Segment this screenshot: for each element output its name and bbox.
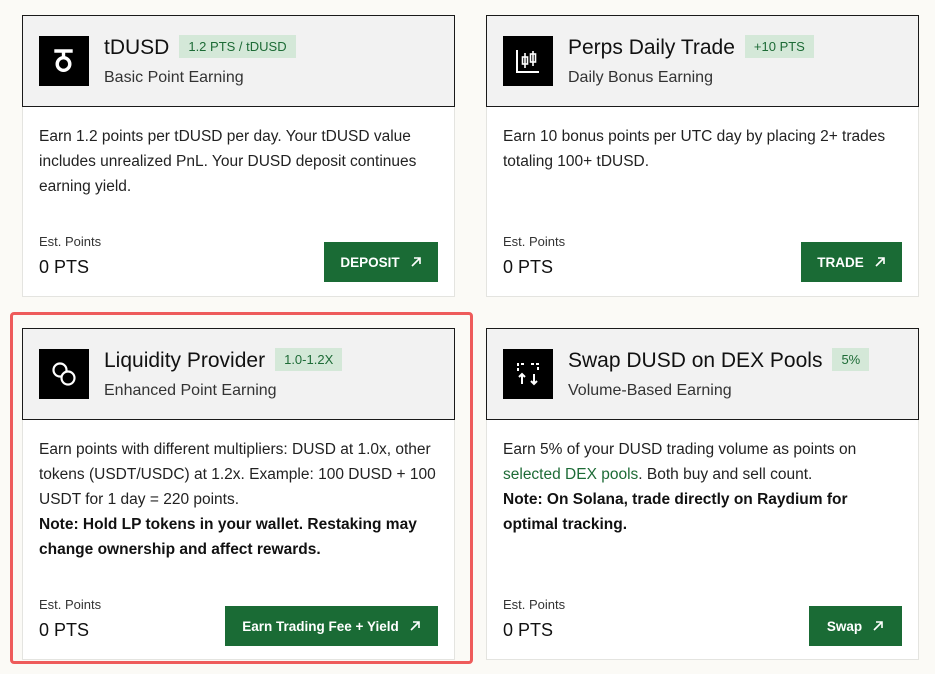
card-title-text: Swap DUSD on DEX Pools [568,349,823,372]
description-text: Earn 10 bonus points per UTC day by plac… [503,128,886,170]
est-points-value: 0 PTS [503,620,554,640]
candlestick-chart-icon [503,36,553,86]
card-description: Earn 1.2 points per tDUSD per day. Your … [39,124,438,199]
lp-note: Note: Hold LP tokens in your wallet. Res… [39,516,417,558]
card-swap-dusd: Swap DUSD on DEX Pools 5% Volume-Based Ea… [486,328,919,660]
card-header: Perps Daily Trade +10 PTS Daily Bonus Ear… [486,15,919,107]
points-badge: 1.2 PTS / tDUSD [179,34,296,58]
est-points-label: Est. Points [39,597,102,612]
tdusd-logo-icon [39,36,89,86]
card-tdusd: tDUSD 1.2 PTS / tDUSD Basic Point Earning… [22,15,455,297]
description-text: Earn 1.2 points per tDUSD per day. Your … [39,128,417,195]
est-points-value: 0 PTS [503,257,554,277]
trade-button[interactable]: TRADE [801,242,902,282]
card-title: tDUSD 1.2 PTS / tDUSD [104,34,296,60]
est-points-label: Est. Points [39,234,102,249]
solana-note: Note: On Solana, trade directly on Raydi… [503,491,848,533]
card-title-text: tDUSD [104,36,170,59]
card-title: Liquidity Provider 1.0-1.2X [104,347,343,373]
earn-trading-fee-button[interactable]: Earn Trading Fee + Yield [225,606,438,646]
card-liquidity-provider: Liquidity Provider 1.0-1.2X Enhanced Poin… [22,328,455,660]
card-subtitle: Basic Point Earning [104,69,244,86]
trade-button-label: TRADE [817,254,864,270]
coins-icon [39,349,89,399]
description-text: Earn points with different multipliers: … [39,441,436,508]
swap-button-label: Swap [826,618,863,634]
arrow-up-right-icon [873,621,883,631]
swap-button[interactable]: Swap [809,606,902,646]
card-header: Swap DUSD on DEX Pools 5% Volume-Based Ea… [486,328,919,420]
earn-trading-fee-button-label: Earn Trading Fee + Yield [242,618,399,634]
card-description: Earn 5% of your DUSD trading volume as p… [503,437,902,537]
deposit-button[interactable]: DEPOSIT [324,242,438,282]
description-text: Earn 5% of your DUSD trading volume as p… [503,441,857,458]
arrow-up-right-icon [410,621,420,631]
est-points-value: 0 PTS [39,257,90,277]
card-subtitle: Enhanced Point Earning [104,382,277,399]
card-title-text: Perps Daily Trade [568,36,735,59]
card-perps-daily-trade: Perps Daily Trade +10 PTS Daily Bonus Ear… [486,15,919,297]
card-header: tDUSD 1.2 PTS / tDUSD Basic Point Earning [22,15,455,107]
percent-badge: 5% [832,347,870,371]
multiplier-badge: 1.0-1.2X [275,347,343,371]
swap-arrows-icon [503,349,553,399]
arrow-up-right-icon [875,257,885,267]
card-description: Earn 10 bonus points per UTC day by plac… [503,124,902,174]
card-description: Earn points with different multipliers: … [39,437,438,562]
est-points-value: 0 PTS [39,620,90,640]
selected-dex-pools-link[interactable]: selected DEX pools [503,466,638,483]
points-badge: +10 PTS [744,34,814,58]
description-text-end: . Both buy and sell count. [638,466,813,483]
arrow-up-right-icon [411,257,421,267]
card-subtitle: Volume-Based Earning [568,382,732,399]
card-title: Swap DUSD on DEX Pools 5% [568,347,870,373]
est-points-label: Est. Points [503,597,566,612]
card-title: Perps Daily Trade +10 PTS [568,34,814,60]
deposit-button-label: DEPOSIT [340,254,400,270]
card-title-text: Liquidity Provider [104,349,266,372]
card-subtitle: Daily Bonus Earning [568,69,713,86]
card-header: Liquidity Provider 1.0-1.2X Enhanced Poin… [22,328,455,420]
est-points-label: Est. Points [503,234,566,249]
